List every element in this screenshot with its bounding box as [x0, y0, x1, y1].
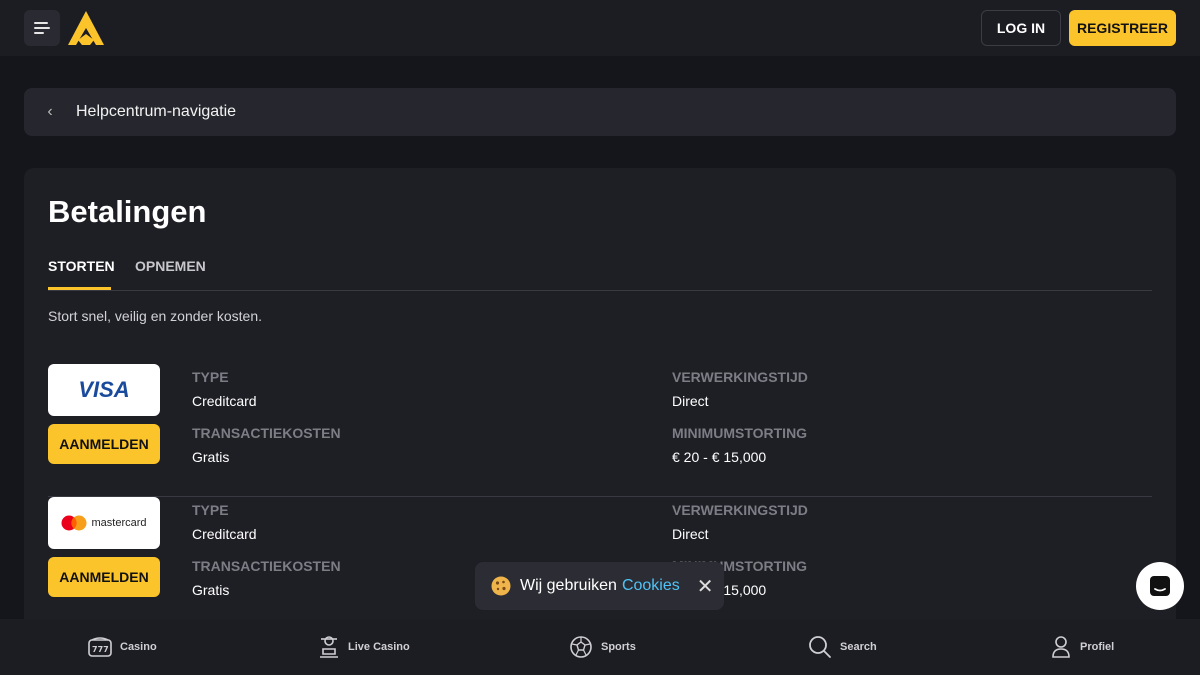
- nav-search[interactable]: Search: [808, 619, 877, 675]
- mastercard-logo: mastercard: [48, 497, 160, 549]
- search-icon: [809, 636, 831, 658]
- nav-live-casino[interactable]: Live Casino: [318, 619, 410, 675]
- mastercard-logo-text: mastercard: [91, 517, 147, 529]
- nav-sports-label: Sports: [601, 641, 636, 653]
- close-icon[interactable]: ✕: [697, 574, 714, 599]
- cookie-text: Wij gebruiken: [520, 577, 617, 594]
- nav-casino[interactable]: 777 Casino: [88, 619, 157, 675]
- bottom-navigation: 777 Casino Live Casino Sports Search Pro…: [0, 619, 1200, 675]
- cookie-banner: Wij gebruiken Cookies ✕: [475, 562, 724, 610]
- visa-logo-text: VISA: [78, 377, 130, 402]
- chat-button[interactable]: [1136, 562, 1184, 610]
- soccer-ball-icon: [570, 636, 592, 658]
- nav-search-label: Search: [840, 641, 877, 653]
- tab-opnemen[interactable]: OPNEMEN: [135, 258, 206, 274]
- nav-casino-label: Casino: [120, 641, 157, 653]
- top-bar: LOG IN REGISTREER: [0, 0, 1200, 56]
- help-center-navigation-label: Helpcentrum-navigatie: [76, 103, 237, 120]
- payment-tabs: STORTEN OPNEMEN: [48, 254, 1152, 291]
- type-label: TYPE: [192, 502, 229, 518]
- help-center-navigation[interactable]: ‹ Helpcentrum-navigatie: [24, 88, 1176, 136]
- type-value: Creditcard: [192, 526, 257, 542]
- chat-icon: [1150, 576, 1170, 596]
- dealer-icon: [320, 636, 338, 658]
- minimum-deposit-value: € 20 - € 15,000: [672, 449, 767, 465]
- page-title: Betalingen: [48, 194, 207, 229]
- brand-logo[interactable]: [66, 8, 106, 48]
- hamburger-icon: [34, 22, 50, 34]
- cookie-icon: [491, 576, 511, 596]
- tab-storten[interactable]: STORTEN: [48, 258, 115, 274]
- apply-button[interactable]: AANMELDEN: [48, 424, 160, 464]
- chevron-left-icon: ‹: [47, 103, 53, 120]
- menu-button[interactable]: [24, 10, 60, 46]
- nav-live-casino-label: Live Casino: [348, 641, 410, 653]
- fee-value: Gratis: [192, 449, 230, 465]
- cookie-link[interactable]: Cookies: [622, 577, 680, 595]
- svg-text:777: 777: [92, 645, 109, 654]
- login-button[interactable]: LOG IN: [981, 10, 1061, 46]
- processing-time-value: Direct: [672, 526, 709, 542]
- visa-logo: VISA: [48, 364, 160, 416]
- nav-profile-label: Profiel: [1080, 641, 1115, 653]
- processing-time-value: Direct: [672, 393, 709, 409]
- minimum-deposit-label: MINIMUMSTORTING: [672, 425, 808, 441]
- slot-machine-icon: 777: [88, 637, 112, 657]
- nav-profile[interactable]: Profiel: [1050, 619, 1114, 675]
- fee-label: TRANSACTIEKOSTEN: [192, 425, 341, 441]
- processing-time-label: VERWERKINGSTIJD: [672, 369, 808, 385]
- type-value: Creditcard: [192, 393, 257, 409]
- register-button[interactable]: REGISTREER: [1069, 10, 1176, 46]
- type-label: TYPE: [192, 369, 229, 385]
- apply-button[interactable]: AANMELDEN: [48, 557, 160, 597]
- fee-label: TRANSACTIEKOSTEN: [192, 558, 341, 574]
- fee-value: Gratis: [192, 582, 230, 598]
- mastercard-circles-icon: [61, 515, 87, 531]
- processing-time-label: VERWERKINGSTIJD: [672, 502, 808, 518]
- user-icon: [1052, 636, 1070, 658]
- payment-method-row: VISA AANMELDEN TYPE Creditcard TRANSACTI…: [48, 364, 1152, 497]
- intro-text: Stort snel, veilig en zonder kosten.: [48, 308, 263, 324]
- active-tab-indicator: [48, 287, 111, 290]
- nav-sports[interactable]: Sports: [569, 619, 636, 675]
